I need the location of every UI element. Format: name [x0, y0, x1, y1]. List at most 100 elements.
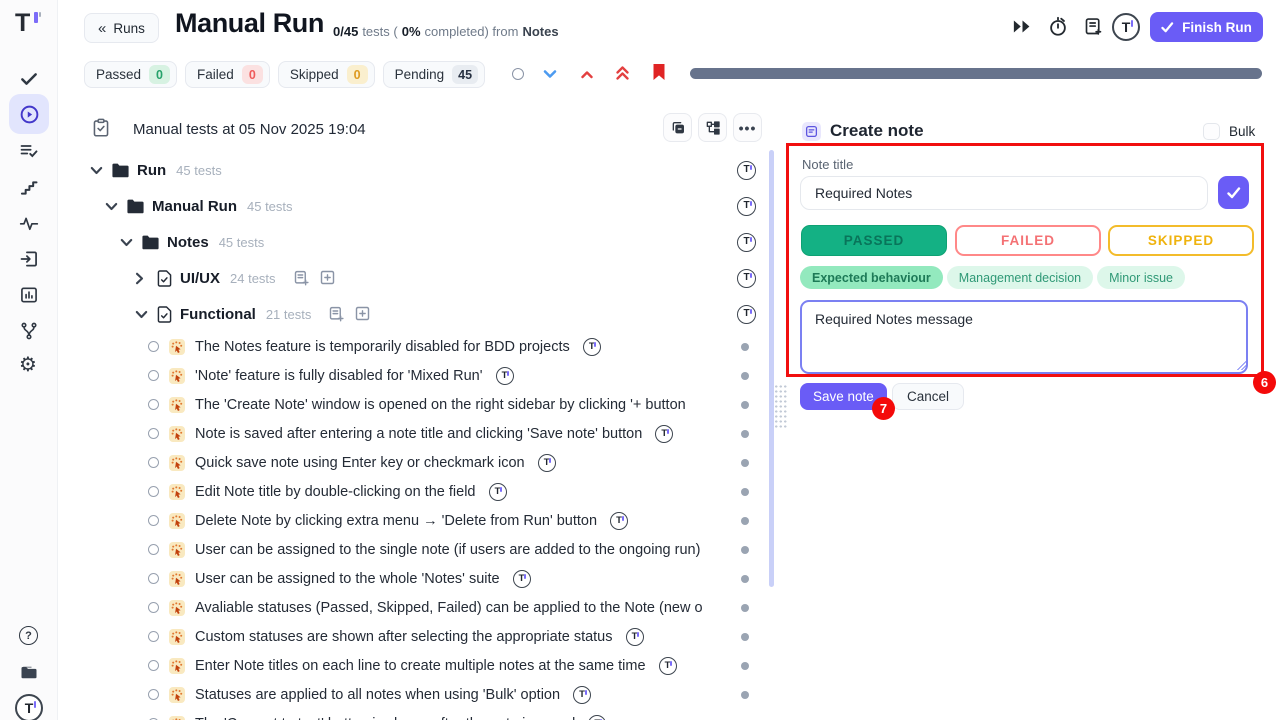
test-pending-dot[interactable] — [741, 488, 749, 496]
activity-nav-icon[interactable] — [19, 213, 39, 233]
runs-nav-icon[interactable] — [9, 94, 49, 134]
filter-pending[interactable]: Pending 45 — [383, 61, 485, 88]
bookmark-flag-icon[interactable] — [652, 63, 666, 81]
tree-view-button[interactable] — [698, 113, 727, 142]
suite-testomat-icon[interactable]: T — [737, 305, 756, 324]
suite-label[interactable]: Functional — [180, 306, 256, 323]
pending-circle-icon[interactable] — [512, 68, 524, 80]
test-status-radio[interactable] — [148, 428, 159, 439]
test-row[interactable]: User can be assigned to the whole 'Notes… — [84, 564, 760, 593]
suite-row[interactable]: Run 45 tests T — [84, 152, 760, 188]
status-passed-button[interactable]: PASSED — [801, 225, 947, 256]
test-testomat-icon[interactable]: T — [573, 686, 591, 704]
test-testomat-icon[interactable]: T — [496, 367, 514, 385]
add-test-icon[interactable] — [355, 306, 370, 322]
test-row[interactable]: Avaliable statuses (Passed, Skipped, Fai… — [84, 593, 760, 622]
import-nav-icon[interactable] — [19, 249, 39, 269]
test-title[interactable]: Edit Note title by double-clicking on th… — [195, 484, 476, 500]
test-row[interactable]: The 'Convert to test' button is shown af… — [84, 709, 760, 720]
test-row[interactable]: Custom statuses are shown after selectin… — [84, 622, 760, 651]
test-status-radio[interactable] — [148, 602, 159, 613]
back-to-runs-button[interactable]: « Runs — [84, 13, 159, 43]
suite-testomat-icon[interactable]: T — [737, 197, 756, 216]
chevron-up-filter-icon[interactable] — [581, 70, 593, 79]
add-note-icon[interactable] — [1083, 16, 1104, 37]
test-pending-dot[interactable] — [741, 604, 749, 612]
testomat-badge-icon[interactable]: T — [15, 694, 43, 720]
tag-expected-behaviour[interactable]: Expected behaviour — [800, 266, 943, 289]
test-testomat-icon[interactable]: T — [489, 483, 507, 501]
chevron-down-icon[interactable] — [135, 310, 148, 319]
test-testomat-icon[interactable]: T — [626, 628, 644, 646]
test-title[interactable]: Delete Note by clicking extra menu → 'De… — [195, 513, 597, 529]
test-row[interactable]: Enter Note titles on each line to create… — [84, 651, 760, 680]
test-plans-nav-icon[interactable] — [19, 141, 39, 161]
panel-splitter-handle[interactable] — [774, 384, 787, 430]
chevron-down-icon[interactable] — [90, 166, 103, 175]
test-row[interactable]: Statuses are applied to all notes when u… — [84, 680, 760, 709]
suite-testomat-icon[interactable]: T — [737, 233, 756, 252]
test-pending-dot[interactable] — [741, 691, 749, 699]
settings-gear-icon[interactable]: ⚙ — [19, 354, 39, 374]
test-title[interactable]: Enter Note titles on each line to create… — [195, 658, 646, 674]
test-status-radio[interactable] — [148, 399, 159, 410]
filter-failed[interactable]: Failed 0 — [185, 61, 270, 88]
chevron-right-icon[interactable] — [135, 272, 148, 285]
suite-label[interactable]: Notes — [167, 234, 209, 251]
copy-collapse-button[interactable] — [663, 113, 692, 142]
bulk-checkbox[interactable] — [1203, 123, 1220, 140]
test-title[interactable]: Statuses are applied to all notes when u… — [195, 687, 560, 703]
test-title[interactable]: Avaliable statuses (Passed, Skipped, Fai… — [195, 600, 703, 616]
test-row[interactable]: Quick save note using Enter key or check… — [84, 448, 760, 477]
suite-label[interactable]: UI/UX — [180, 270, 220, 287]
tag-management-decision[interactable]: Management decision — [947, 266, 1093, 289]
test-testomat-icon[interactable]: T — [655, 425, 673, 443]
suite-label[interactable]: Manual Run — [152, 198, 237, 215]
help-icon[interactable]: ? — [19, 626, 38, 645]
suite-row[interactable]: Notes 45 tests T — [84, 224, 760, 260]
suite-row[interactable]: Functional 21 tests T — [84, 296, 760, 332]
checks-nav-icon[interactable] — [19, 69, 39, 89]
test-status-radio[interactable] — [148, 486, 159, 497]
test-row[interactable]: User can be assigned to the single note … — [84, 535, 760, 564]
testomat-run-icon[interactable]: T — [1112, 13, 1140, 41]
test-title[interactable]: The 'Create Note' window is opened on th… — [195, 397, 686, 413]
test-row[interactable]: The Notes feature is temporarily disable… — [84, 332, 760, 361]
add-note-icon[interactable] — [294, 270, 309, 286]
projects-folder-icon[interactable] — [19, 662, 39, 682]
test-pending-dot[interactable] — [741, 546, 749, 554]
test-testomat-icon[interactable]: T — [583, 338, 601, 356]
tag-minor-issue[interactable]: Minor issue — [1097, 266, 1185, 289]
test-pending-dot[interactable] — [741, 633, 749, 641]
test-row[interactable]: 'Note' feature is fully disabled for 'Mi… — [84, 361, 760, 390]
test-status-radio[interactable] — [148, 457, 159, 468]
suite-row[interactable]: Manual Run 45 tests T — [84, 188, 760, 224]
test-status-radio[interactable] — [148, 341, 159, 352]
test-pending-dot[interactable] — [741, 343, 749, 351]
chevron-down-icon[interactable] — [105, 202, 118, 211]
test-status-radio[interactable] — [148, 631, 159, 642]
bulk-toggle[interactable]: Bulk — [1203, 123, 1255, 140]
chevron-down-filter-icon[interactable] — [543, 69, 557, 80]
quick-save-check-button[interactable] — [1218, 176, 1249, 209]
chevron-down-icon[interactable] — [120, 238, 133, 247]
test-row[interactable]: Note is saved after entering a note titl… — [84, 419, 760, 448]
suite-testomat-icon[interactable]: T — [737, 269, 756, 288]
test-pending-dot[interactable] — [741, 459, 749, 467]
test-row[interactable]: The 'Create Note' window is opened on th… — [84, 390, 760, 419]
timer-icon[interactable] — [1047, 15, 1069, 38]
test-title[interactable]: Quick save note using Enter key or check… — [195, 455, 525, 471]
test-title[interactable]: User can be assigned to the whole 'Notes… — [195, 571, 500, 587]
branches-nav-icon[interactable] — [19, 321, 39, 341]
test-pending-dot[interactable] — [741, 575, 749, 583]
test-testomat-icon[interactable]: T — [610, 512, 628, 530]
finish-run-button[interactable]: Finish Run — [1150, 12, 1263, 42]
test-status-radio[interactable] — [148, 370, 159, 381]
test-pending-dot[interactable] — [741, 372, 749, 380]
tree-scrollbar[interactable] — [769, 150, 774, 587]
test-row[interactable]: Edit Note title by double-clicking on th… — [84, 477, 760, 506]
test-pending-dot[interactable] — [741, 517, 749, 525]
test-status-radio[interactable] — [148, 544, 159, 555]
filter-skipped[interactable]: Skipped 0 — [278, 61, 375, 88]
milestones-nav-icon[interactable] — [19, 177, 39, 197]
